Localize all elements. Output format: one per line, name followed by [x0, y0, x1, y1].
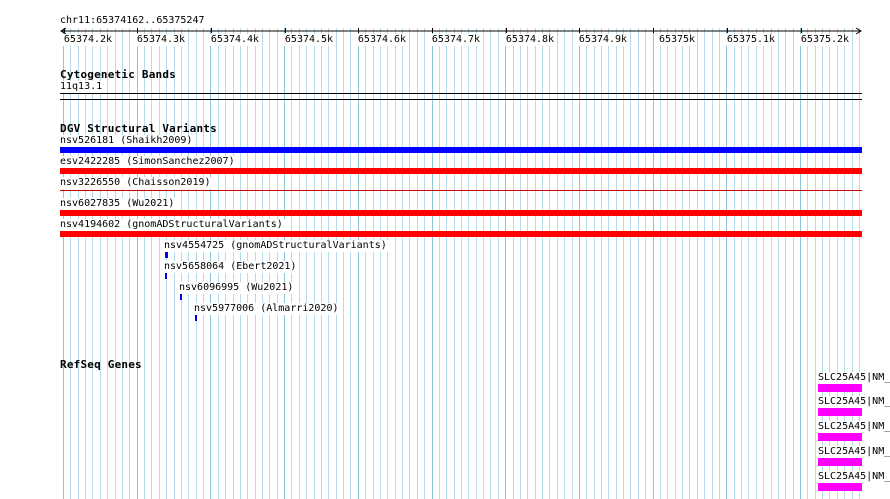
gene-bar[interactable]: [818, 384, 862, 392]
feature-label: nsv526181 (Shaikh2009): [60, 135, 195, 147]
feature-label: nsv6027835 (Wu2021): [60, 198, 177, 210]
feature-label: nsv5658064 (Ebert2021): [164, 261, 299, 273]
ruler-tick-label: 65374.3k: [135, 34, 187, 46]
feature-bar[interactable]: [60, 210, 862, 216]
ruler-tick-mark: [285, 28, 286, 33]
gene-label: SLC25A45|NM_: [818, 446, 890, 458]
ruler-tick-label: 65374.9k: [577, 34, 629, 46]
feature-bar[interactable]: [165, 273, 167, 279]
track-title-refseq: RefSeq Genes: [60, 358, 142, 371]
track-title-dgv: DGV Structural Variants: [60, 122, 217, 135]
ruler-tick-mark: [506, 28, 507, 33]
gene-bar[interactable]: [818, 408, 862, 416]
gene-bar[interactable]: [818, 483, 862, 491]
ruler-tick-label: 65374.5k: [283, 34, 335, 46]
feature-bar[interactable]: [180, 294, 182, 300]
gene-label: SLC25A45|NM_: [818, 372, 890, 384]
feature-label: esv2422285 (SimonSanchez2007): [60, 156, 237, 168]
ruler-tick-label: 65374.8k: [504, 34, 556, 46]
ruler-tick-label: 65374.4k: [209, 34, 261, 46]
ruler-tick-mark: [64, 28, 65, 33]
ruler-tick-label: 65374.6k: [356, 34, 408, 46]
location-label: chr11:65374162..65375247: [60, 15, 205, 26]
gene-label: SLC25A45|NM_: [818, 471, 890, 483]
feature-label: nsv4194602 (gnomADStructuralVariants): [60, 219, 285, 231]
feature-bar[interactable]: [60, 147, 862, 153]
ruler-tick-mark: [211, 28, 212, 33]
feature-label: nsv3226550 (Chaisson2019): [60, 177, 213, 189]
gene-label: SLC25A45|NM_: [818, 396, 890, 408]
ruler-tick-label: 65375.1k: [725, 34, 777, 46]
cytoband-line-top: [60, 93, 862, 94]
ruler-tick-mark: [358, 28, 359, 33]
ruler-tick-mark: [653, 28, 654, 33]
gene-label: SLC25A45|NM_: [818, 421, 890, 433]
feature-label: nsv4554725 (gnomADStructuralVariants): [164, 240, 389, 252]
genome-browser-view: chr11:65374162..65375247 65374.2k 65374.3…: [0, 0, 890, 499]
track-title-cytobands: Cytogenetic Bands: [60, 68, 176, 81]
ruler-tick-mark: [801, 28, 802, 33]
ruler-tick-mark: [727, 28, 728, 33]
gene-bar[interactable]: [818, 458, 862, 466]
ruler-tick-mark: [579, 28, 580, 33]
ruler-tick-label: 65374.7k: [430, 34, 482, 46]
feature-label: nsv5977006 (Almarri2020): [194, 303, 341, 315]
feature-bar[interactable]: [195, 315, 197, 321]
ruler-tick-label: 65375.2k: [799, 34, 851, 46]
feature-bar[interactable]: [60, 168, 862, 174]
ruler-tick-mark: [137, 28, 138, 33]
ruler-tick-label: 65374.2k: [62, 34, 114, 46]
ruler-tick-mark: [432, 28, 433, 33]
feature-label: nsv6096995 (Wu2021): [179, 282, 296, 294]
ruler-tick-label: 65375k: [657, 34, 697, 46]
cytoband-line-bottom: [60, 99, 862, 100]
cytoband-label: 11q13.1: [60, 81, 103, 93]
feature-bar[interactable]: [60, 231, 862, 237]
feature-bar[interactable]: [165, 252, 168, 258]
feature-bar[interactable]: [60, 190, 862, 191]
gene-bar[interactable]: [818, 433, 862, 441]
